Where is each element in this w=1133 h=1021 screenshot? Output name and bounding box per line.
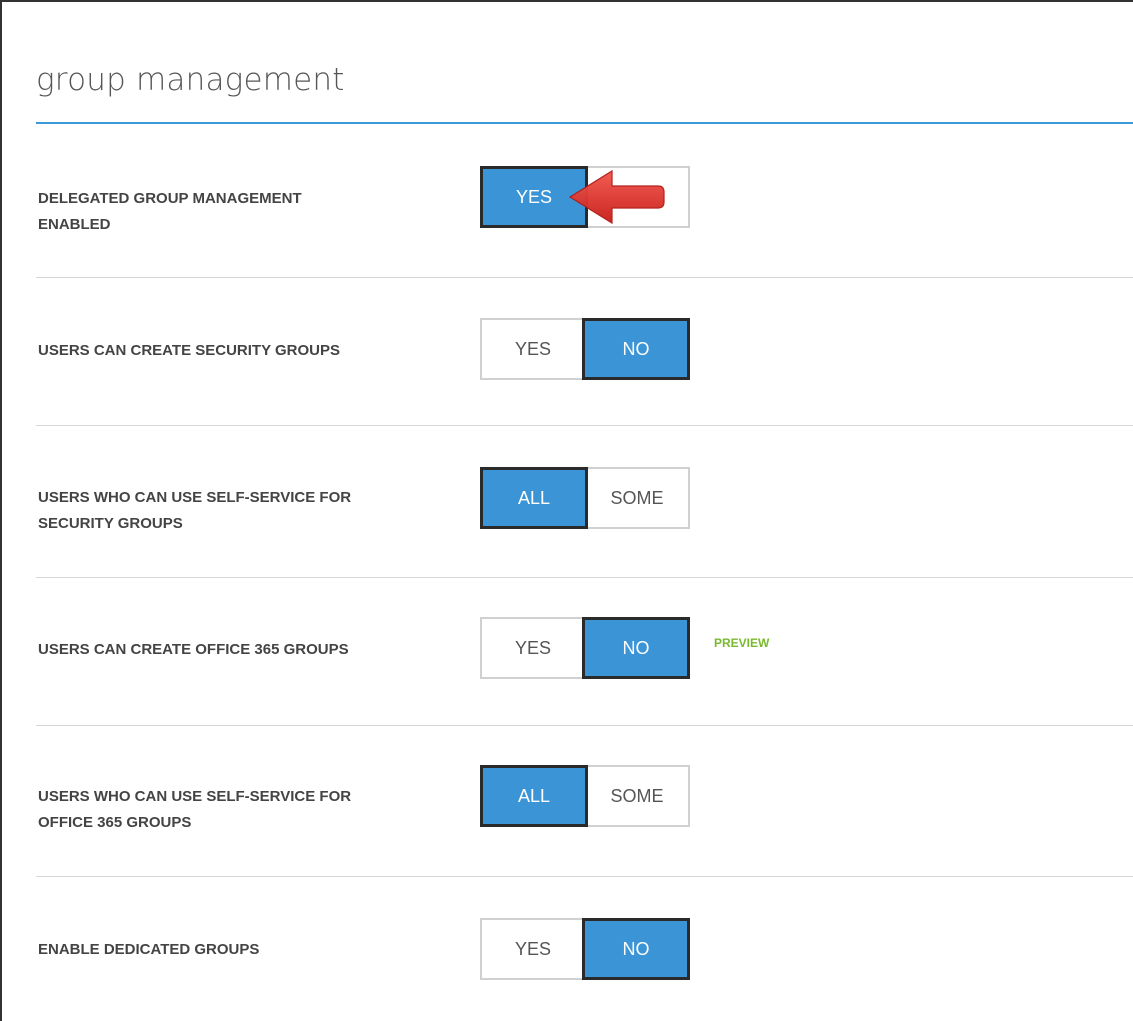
setting-label-line2: ENABLED xyxy=(38,216,111,233)
row-divider xyxy=(36,425,1133,426)
toggle-enable-dedicated-groups[interactable]: YES NO xyxy=(480,918,690,980)
toggle-option-yes[interactable]: YES xyxy=(482,320,584,378)
setting-label-line2: OFFICE 365 GROUPS xyxy=(38,814,192,831)
toggle-option-no[interactable]: NO xyxy=(582,318,690,380)
row-divider xyxy=(36,876,1133,877)
setting-label-line1: USERS CAN CREATE OFFICE 365 GROUPS xyxy=(38,641,349,658)
toggle-users-create-security-groups[interactable]: YES NO xyxy=(480,318,690,380)
preview-badge: PREVIEW xyxy=(714,636,770,650)
setting-label-line1: ENABLE DEDICATED GROUPS xyxy=(38,941,260,958)
setting-label-line1: DELEGATED GROUP MANAGEMENT xyxy=(38,190,302,207)
toggle-option-no[interactable]: NO xyxy=(582,617,690,679)
setting-label-self-service-security-groups: USERS WHO CAN USE SELF-SERVICE FOR SECUR… xyxy=(38,485,438,537)
setting-label-users-create-security-groups: USERS CAN CREATE SECURITY GROUPS xyxy=(38,338,438,364)
toggle-option-yes[interactable]: YES xyxy=(482,920,584,978)
row-divider xyxy=(36,725,1133,726)
row-divider xyxy=(36,277,1133,278)
red-arrow-icon xyxy=(568,169,665,225)
setting-label-line1: USERS CAN CREATE SECURITY GROUPS xyxy=(38,342,340,359)
setting-label-line1: USERS WHO CAN USE SELF-SERVICE FOR xyxy=(38,788,352,805)
toggle-self-service-security-groups[interactable]: ALL SOME xyxy=(480,467,690,529)
toggle-option-all[interactable]: ALL xyxy=(480,765,588,827)
setting-label-line2: SECURITY GROUPS xyxy=(38,515,183,532)
setting-label-delegated-group-management: DELEGATED GROUP MANAGEMENT ENABLED xyxy=(38,186,438,238)
toggle-option-all[interactable]: ALL xyxy=(480,467,588,529)
setting-label-users-create-office365-groups: USERS CAN CREATE OFFICE 365 GROUPS xyxy=(38,637,438,663)
page-title: group management xyxy=(36,62,345,98)
setting-label-self-service-office365-groups: USERS WHO CAN USE SELF-SERVICE FOR OFFIC… xyxy=(38,784,438,836)
setting-label-enable-dedicated-groups: ENABLE DEDICATED GROUPS xyxy=(38,937,438,963)
toggle-users-create-office365-groups[interactable]: YES NO xyxy=(480,617,690,679)
toggle-option-some[interactable]: SOME xyxy=(586,469,688,527)
setting-label-line1: USERS WHO CAN USE SELF-SERVICE FOR xyxy=(38,489,352,506)
title-divider xyxy=(36,122,1133,124)
row-divider xyxy=(36,577,1133,578)
toggle-option-no[interactable]: NO xyxy=(582,918,690,980)
toggle-self-service-office365-groups[interactable]: ALL SOME xyxy=(480,765,690,827)
toggle-option-some[interactable]: SOME xyxy=(586,767,688,825)
toggle-option-yes[interactable]: YES xyxy=(482,619,584,677)
